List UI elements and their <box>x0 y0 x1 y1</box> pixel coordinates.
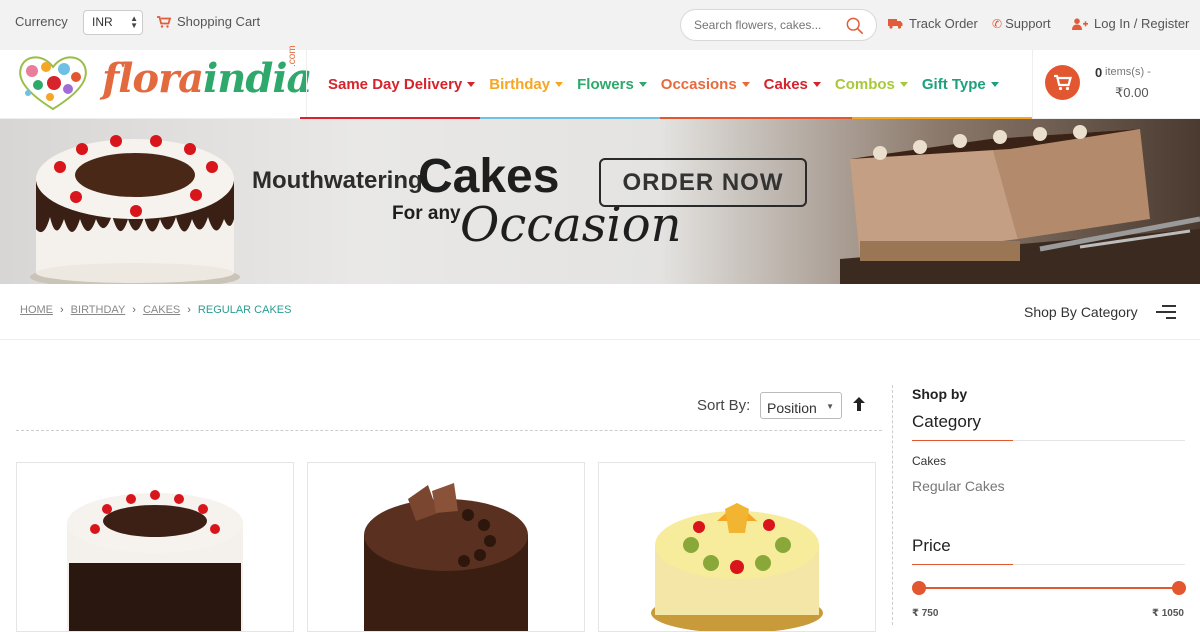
search-input[interactable] <box>694 18 844 32</box>
sidebar-shop-by: Shop by <box>912 386 968 402</box>
banner-line-2: Cakes <box>418 150 560 203</box>
track-order-label: Track Order <box>909 16 978 31</box>
main-header: floraindia .com Same Day Delivery Birthd… <box>0 45 1200 119</box>
nav-occasions[interactable]: Occasions <box>661 76 750 93</box>
banner-line-3: For any <box>392 203 461 224</box>
breadcrumb-home[interactable]: HOME <box>20 304 53 316</box>
cart-button[interactable] <box>1045 65 1080 100</box>
user-plus-icon <box>1072 17 1088 30</box>
site-logo[interactable]: floraindia .com <box>14 45 312 115</box>
header-divider <box>306 50 307 119</box>
login-register-link[interactable]: Log In / Register <box>1072 16 1189 31</box>
nav-flowers[interactable]: Flowers <box>577 76 647 93</box>
currency-select[interactable]: INR ▲ ▼ <box>83 10 143 35</box>
sidebar-price-heading: Price <box>912 536 951 555</box>
phone-icon: ✆ <box>992 16 1003 31</box>
chevron-right-icon: › <box>60 304 64 316</box>
caret-down-icon <box>990 82 999 87</box>
breadcrumb-cakes[interactable]: CAKES <box>143 304 180 316</box>
breadcrumb-current: REGULAR CAKES <box>197 304 292 316</box>
shopping-cart-link[interactable]: Shopping Cart <box>157 14 260 29</box>
dropdown-arrow-icon: ▼ <box>826 402 834 411</box>
product-card[interactable] <box>307 462 585 632</box>
nav-birthday[interactable]: Birthday <box>489 76 564 93</box>
logo-wordmark: floraindia <box>102 55 312 102</box>
support-label: Support <box>1005 16 1051 31</box>
sidebar-dashed-divider <box>892 385 893 625</box>
mini-cart[interactable]: 0 items(s) - ₹0.00 <box>1032 50 1200 119</box>
sort-by-select[interactable]: Position ▼ <box>760 392 842 419</box>
flower-heart-logo-icon <box>19 56 87 111</box>
chocolate-cake-icon <box>364 483 528 631</box>
section-divider <box>0 339 1200 340</box>
banner-line-1: Mouthwatering <box>252 167 423 194</box>
price-min-value: ₹ 750 <box>912 608 939 619</box>
price-max-value: ₹ 1050 <box>1152 608 1184 619</box>
track-order-link[interactable]: Track Order <box>888 16 978 31</box>
currency-value: INR <box>92 15 113 29</box>
main-nav: Same Day Delivery Birthday Flowers Occas… <box>328 76 1013 93</box>
caret-down-icon <box>899 82 908 87</box>
cart-icon <box>157 15 171 28</box>
caret-down-icon <box>812 82 821 87</box>
shop-by-category-label: Shop By Category <box>1024 304 1138 320</box>
black-forest-cake-icon <box>67 490 243 631</box>
truck-icon <box>888 19 903 29</box>
breadcrumb: HOME › BIRTHDAY › CAKES › REGULAR CAKES <box>20 304 291 316</box>
cart-total: ₹0.00 <box>1115 85 1149 100</box>
search-box[interactable] <box>680 9 877 41</box>
support-link[interactable]: ✆ Support <box>992 16 1051 31</box>
sidebar-category-title: Cakes <box>912 454 947 468</box>
cart-count: 0 <box>1095 65 1103 80</box>
caret-down-icon <box>555 82 564 87</box>
shop-by-category-toggle[interactable]: Shop By Category <box>1024 304 1176 320</box>
cake-slice-image <box>840 125 1200 284</box>
sort-by-label: Sort By: <box>697 397 751 414</box>
sidebar-category-heading: Category <box>912 412 981 431</box>
shopping-cart-label: Shopping Cart <box>177 14 261 29</box>
promo-banner[interactable]: Mouthwatering Cakes For any Occasion ORD… <box>0 119 1200 284</box>
price-slider-track[interactable] <box>918 587 1180 589</box>
nav-combos[interactable]: Combos <box>835 76 908 93</box>
menu-lines-icon <box>1155 305 1176 319</box>
caret-down-icon <box>638 82 647 87</box>
select-arrows-icon: ▲ ▼ <box>130 14 138 30</box>
fruit-cake-icon <box>651 503 823 631</box>
sidebar-category-regular-cakes[interactable]: Regular Cakes <box>912 478 1005 494</box>
breadcrumb-birthday[interactable]: BIRTHDAY <box>71 304 126 316</box>
nav-cakes[interactable]: Cakes <box>764 76 821 93</box>
black-forest-cake-image <box>30 135 240 284</box>
product-card[interactable] <box>598 462 876 632</box>
logo-dotcom: .com <box>287 45 298 67</box>
chevron-right-icon: › <box>132 304 136 316</box>
login-register-label: Log In / Register <box>1094 16 1190 31</box>
nav-same-day-delivery[interactable]: Same Day Delivery <box>328 76 476 93</box>
price-slider-min-handle[interactable] <box>912 581 926 595</box>
caret-down-icon <box>741 82 750 87</box>
dashed-divider <box>16 430 882 431</box>
cart-icon <box>1054 74 1072 91</box>
currency-label: Currency <box>15 14 68 29</box>
product-card[interactable] <box>16 462 294 632</box>
order-now-button[interactable]: ORDER NOW <box>599 158 807 207</box>
nav-gift-type[interactable]: Gift Type <box>922 76 999 93</box>
sort-by-value: Position <box>767 400 817 416</box>
chevron-right-icon: › <box>187 304 191 316</box>
caret-down-icon <box>467 82 476 87</box>
price-slider-max-handle[interactable] <box>1172 581 1186 595</box>
top-bar: Currency INR ▲▼ Shopping Cart Track Orde… <box>0 0 1200 50</box>
heading-underline <box>912 564 1185 565</box>
search-icon[interactable] <box>846 17 864 35</box>
cart-items-label: items(s) - <box>1105 66 1151 78</box>
heading-underline <box>912 440 1185 441</box>
sort-direction-arrow-icon[interactable] <box>853 397 865 411</box>
